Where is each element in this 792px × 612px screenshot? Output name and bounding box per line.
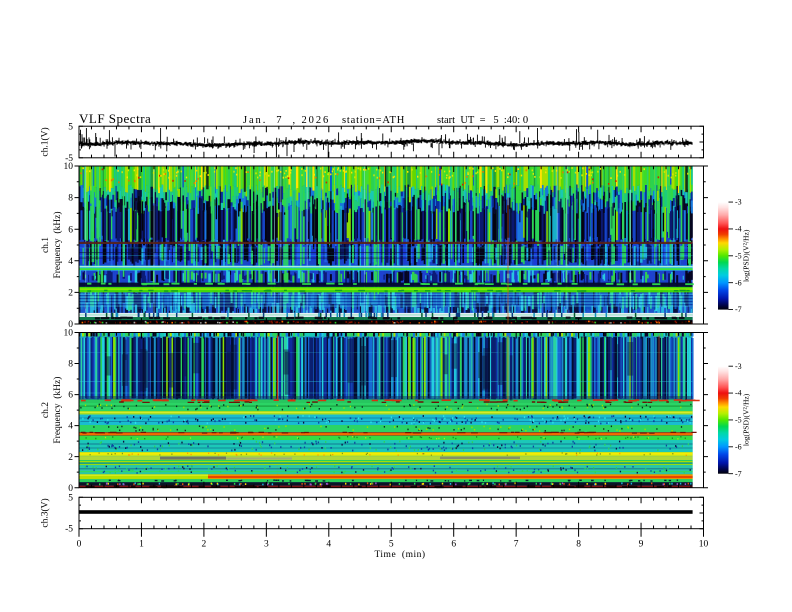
svg-text:3: 3: [264, 539, 269, 549]
svg-text:log(PSD)(V²/Hz): log(PSD)(V²/Hz): [742, 393, 751, 446]
svg-text:Frequency (kHz): Frequency (kHz): [52, 377, 63, 444]
svg-text:6: 6: [68, 391, 73, 401]
svg-text:log(PSD)(V²/Hz): log(PSD)(V²/Hz): [742, 229, 751, 282]
svg-text:8: 8: [68, 194, 73, 204]
svg-text:0: 0: [68, 484, 73, 494]
svg-text:Jan. 7 , 2026: Jan. 7 , 2026: [243, 115, 330, 126]
svg-text:-7: -7: [735, 469, 742, 478]
svg-text:5: 5: [68, 122, 73, 132]
svg-text:5: 5: [68, 494, 73, 504]
svg-text:-3: -3: [735, 362, 742, 371]
svg-text:1: 1: [139, 539, 144, 549]
svg-text:10: 10: [64, 162, 74, 172]
svg-text:8: 8: [576, 539, 581, 549]
svg-text:-7: -7: [735, 305, 742, 314]
svg-text:5: 5: [389, 539, 394, 549]
svg-text:4: 4: [326, 539, 331, 549]
svg-text:start UT = 5 :40: 0: start UT = 5 :40: 0: [437, 115, 528, 126]
svg-text:Time (min): Time (min): [374, 549, 425, 560]
svg-text:Frequency (kHz): Frequency (kHz): [52, 211, 63, 278]
svg-text:10: 10: [64, 329, 74, 339]
svg-text:2: 2: [68, 289, 73, 299]
svg-text:7: 7: [514, 539, 519, 549]
svg-text:6: 6: [451, 539, 456, 549]
svg-text:VLF Spectra: VLF Spectra: [79, 111, 151, 126]
svg-text:ch.3(V): ch.3(V): [40, 498, 51, 527]
svg-text:ch.1(V): ch.1(V): [40, 127, 51, 156]
svg-text:ch.2: ch.2: [41, 402, 51, 418]
svg-text:ch.1: ch.1: [41, 237, 51, 253]
svg-text:10: 10: [699, 539, 709, 549]
svg-text:4: 4: [68, 257, 73, 267]
svg-text:4: 4: [68, 422, 73, 432]
svg-text:-3: -3: [735, 198, 742, 207]
svg-text:2: 2: [68, 453, 73, 463]
svg-text:9: 9: [639, 539, 644, 549]
svg-text:8: 8: [68, 360, 73, 370]
svg-text:-5: -5: [65, 525, 73, 535]
svg-text:2: 2: [202, 539, 207, 549]
svg-text:0: 0: [77, 539, 82, 549]
svg-text:6: 6: [68, 225, 73, 235]
svg-text:station=ATH: station=ATH: [342, 115, 405, 126]
